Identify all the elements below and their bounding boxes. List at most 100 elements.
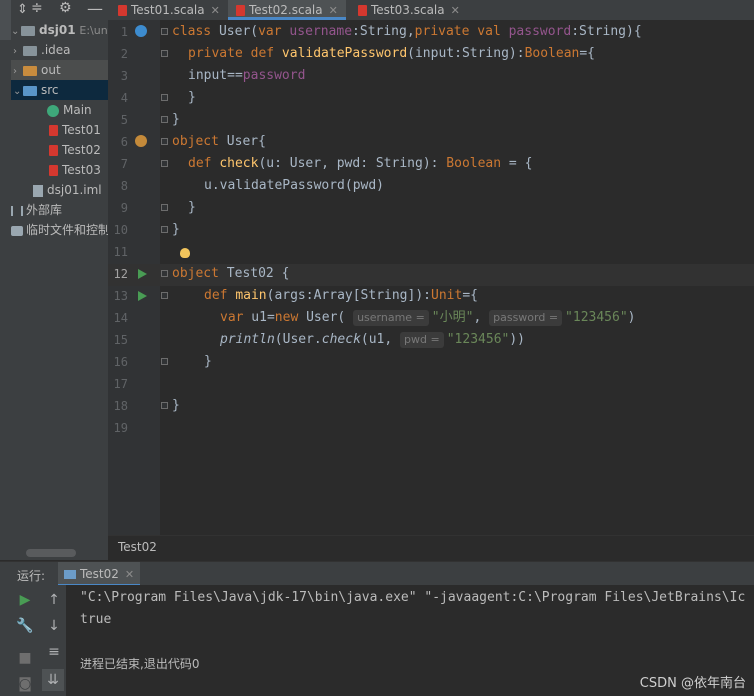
scroll-from-source-icon[interactable]: ≑ [31,0,43,16]
tree-item-iml[interactable]: dsj01.iml [11,180,102,200]
tree-item-test03[interactable]: Test03 [11,160,101,180]
tab-run-test02[interactable]: Test02 ✕ [58,562,141,586]
fold-marker[interactable] [161,50,168,57]
line-number: 18 [113,399,128,413]
folder-orange-icon [23,65,37,76]
tree-item-main[interactable]: Main [11,100,92,120]
tree-item-out[interactable]: › out [11,60,108,80]
tree-item-scratches[interactable]: 临时文件和控制 [11,220,108,240]
scala-file-icon [118,5,127,16]
line-number: 9 [120,201,128,215]
line-number: 6 [120,135,128,149]
tree-item-external-libraries[interactable]: 外部库 [11,200,62,220]
scala-file-icon [236,5,245,16]
run-tab-label: Test02 [80,567,119,581]
chevron-right-icon[interactable]: › [13,42,23,62]
tree-item-label: 临时文件和控制 [26,223,108,237]
line-number: 7 [120,157,128,171]
close-icon[interactable]: ✕ [329,4,338,17]
tree-root-path: E:\untit [79,24,108,37]
scroll-down-icon[interactable]: ↓ [45,617,63,635]
run-label: 运行: [17,569,46,583]
wrench-icon[interactable]: 🔧 [16,617,34,635]
project-pane-header: ⇕ ≑ ⚙ — [11,0,108,21]
line-number: 12 [113,267,128,281]
editor-tab-bar: Test01.scala ✕ Test02.scala ✕ Test03.scala… [108,0,754,21]
fold-marker[interactable] [161,94,168,101]
line-number: 10 [113,223,128,237]
tab-test01[interactable]: Test01.scala ✕ [118,0,220,20]
collapse-icon[interactable]: ⇕ [17,2,28,17]
tree-item-label: Test01 [62,123,101,137]
gear-icon[interactable]: ⚙ [59,0,72,16]
project-tree: ⌄ dsj01 E:\untit › .idea › out ⌄ src Main Te… [11,20,108,560]
fold-marker[interactable] [161,116,168,123]
fold-marker[interactable] [161,28,168,35]
scala-file-icon [358,5,367,16]
run-icon[interactable] [138,291,147,301]
implemented-icon[interactable] [135,25,147,37]
rerun-icon[interactable]: ▶ [16,591,34,609]
camera-icon[interactable]: ◙ [16,675,34,693]
string-literal: "小明" [431,310,474,325]
chevron-down-icon[interactable]: ⌄ [13,82,23,102]
scroll-to-end-icon[interactable]: ⇊ [42,669,64,691]
minimize-icon[interactable]: — [87,0,103,18]
tab-test03[interactable]: Test03.scala ✕ [358,0,460,20]
line-number: 19 [113,421,128,435]
code-line-2: private def validatePassword(input:Strin… [188,46,596,61]
tree-item-label: src [41,83,59,97]
fold-marker[interactable] [161,402,168,409]
tree-item-idea[interactable]: › .idea [11,40,71,60]
lightbulb-icon[interactable] [180,248,190,258]
project-horizontal-scrollbar[interactable] [26,549,76,557]
tree-item-test02[interactable]: Test02 [11,140,101,160]
project-tool-button[interactable] [0,0,11,40]
tab-label: Test01.scala [131,3,205,17]
scroll-up-icon[interactable]: ↑ [45,591,63,609]
close-icon[interactable]: ✕ [451,4,460,17]
code-line-4: } [188,90,196,105]
code-line-7: def check(u: User, pwd: String): Boolean… [188,156,533,171]
fold-marker[interactable] [161,358,168,365]
string-literal: "123456" [565,310,628,325]
companion-icon[interactable] [135,135,147,147]
tree-item-label: 外部库 [26,203,63,217]
fold-marker[interactable] [161,292,168,299]
line-number: 8 [120,179,128,193]
tree-item-label: Main [63,103,92,117]
fold-marker[interactable] [161,204,168,211]
run-icon[interactable] [138,269,147,279]
breadcrumb[interactable]: Test02 [108,535,754,561]
tree-root[interactable]: ⌄ dsj01 E:\untit [11,20,108,40]
close-icon[interactable]: ✕ [125,568,134,581]
fold-marker[interactable] [161,138,168,145]
fold-marker[interactable] [161,270,168,277]
line-number: 11 [113,245,128,259]
chevron-down-icon[interactable]: ⌄ [11,22,21,42]
param-hint: username = [353,310,429,326]
iml-file-icon [33,184,43,197]
tree-item-label: Test03 [62,163,101,177]
chevron-right-icon[interactable]: › [13,62,23,82]
tree-item-label: out [41,63,61,77]
watermark-text: CSDN @依年南台 [639,676,746,691]
fold-marker[interactable] [161,160,168,167]
console-line: "C:\Program Files\Java\jdk-17\bin\java.e… [80,590,746,605]
code-line-1: class User(var username:String,private v… [172,24,642,39]
breadcrumb-label: Test02 [118,540,157,554]
code-line-14: var u1=new User( username = "小明", passwor… [220,310,636,326]
tree-item-test01[interactable]: Test01 [11,120,101,140]
soft-wrap-icon[interactable]: ≡ [45,643,63,661]
scala-file-icon [49,165,58,176]
line-number: 3 [120,69,128,83]
fold-marker[interactable] [161,226,168,233]
close-icon[interactable]: ✕ [211,4,220,17]
tree-item-src[interactable]: ⌄ src [11,80,108,100]
code-line-15: println(User.check(u1, pwd = "123456")) [220,332,526,348]
run-panel-header: 运行: Test02 ✕ [0,561,754,586]
param-hint: password = [489,310,563,326]
tree-item-label: Test02 [62,143,101,157]
stop-icon[interactable]: ■ [16,649,34,667]
tab-test02[interactable]: Test02.scala ✕ [228,0,346,20]
